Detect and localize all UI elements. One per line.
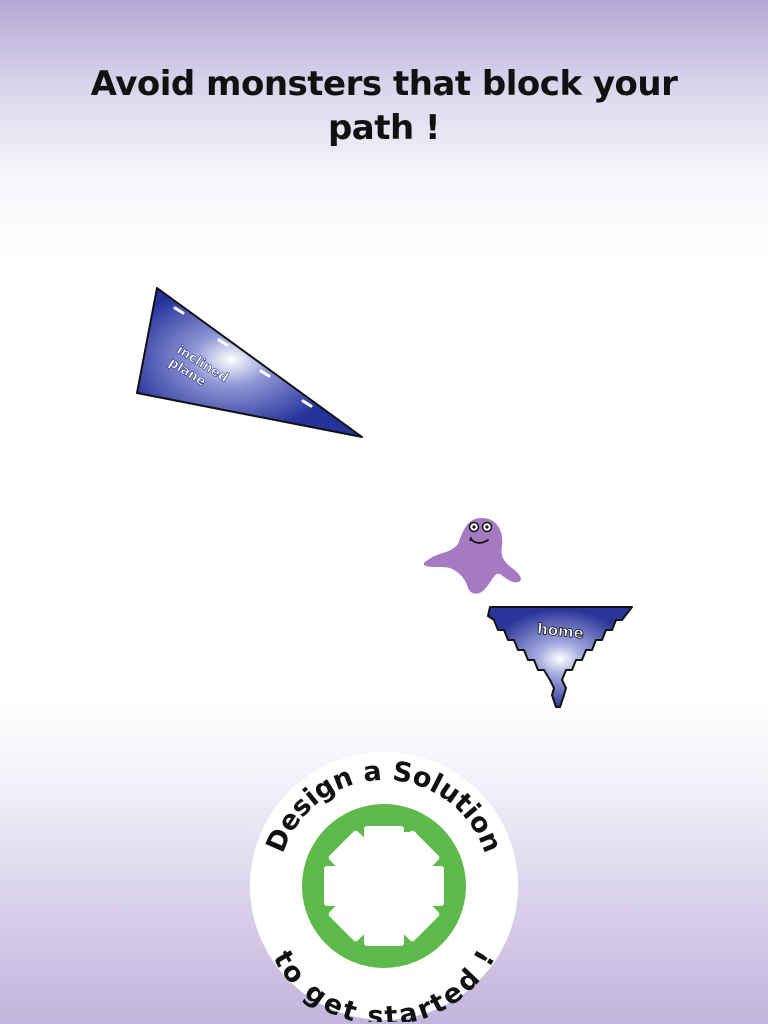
gear-cutout <box>324 826 444 946</box>
monster-blob <box>423 518 521 594</box>
level-hint-title: Avoid monsters that block your path ! <box>90 64 678 148</box>
design-solution-button[interactable]: Design a Solution to get started ! <box>248 750 520 1022</box>
home-goal-piece[interactable]: home <box>480 600 640 725</box>
inclined-plane-piece[interactable]: inclined plane <box>128 280 373 445</box>
